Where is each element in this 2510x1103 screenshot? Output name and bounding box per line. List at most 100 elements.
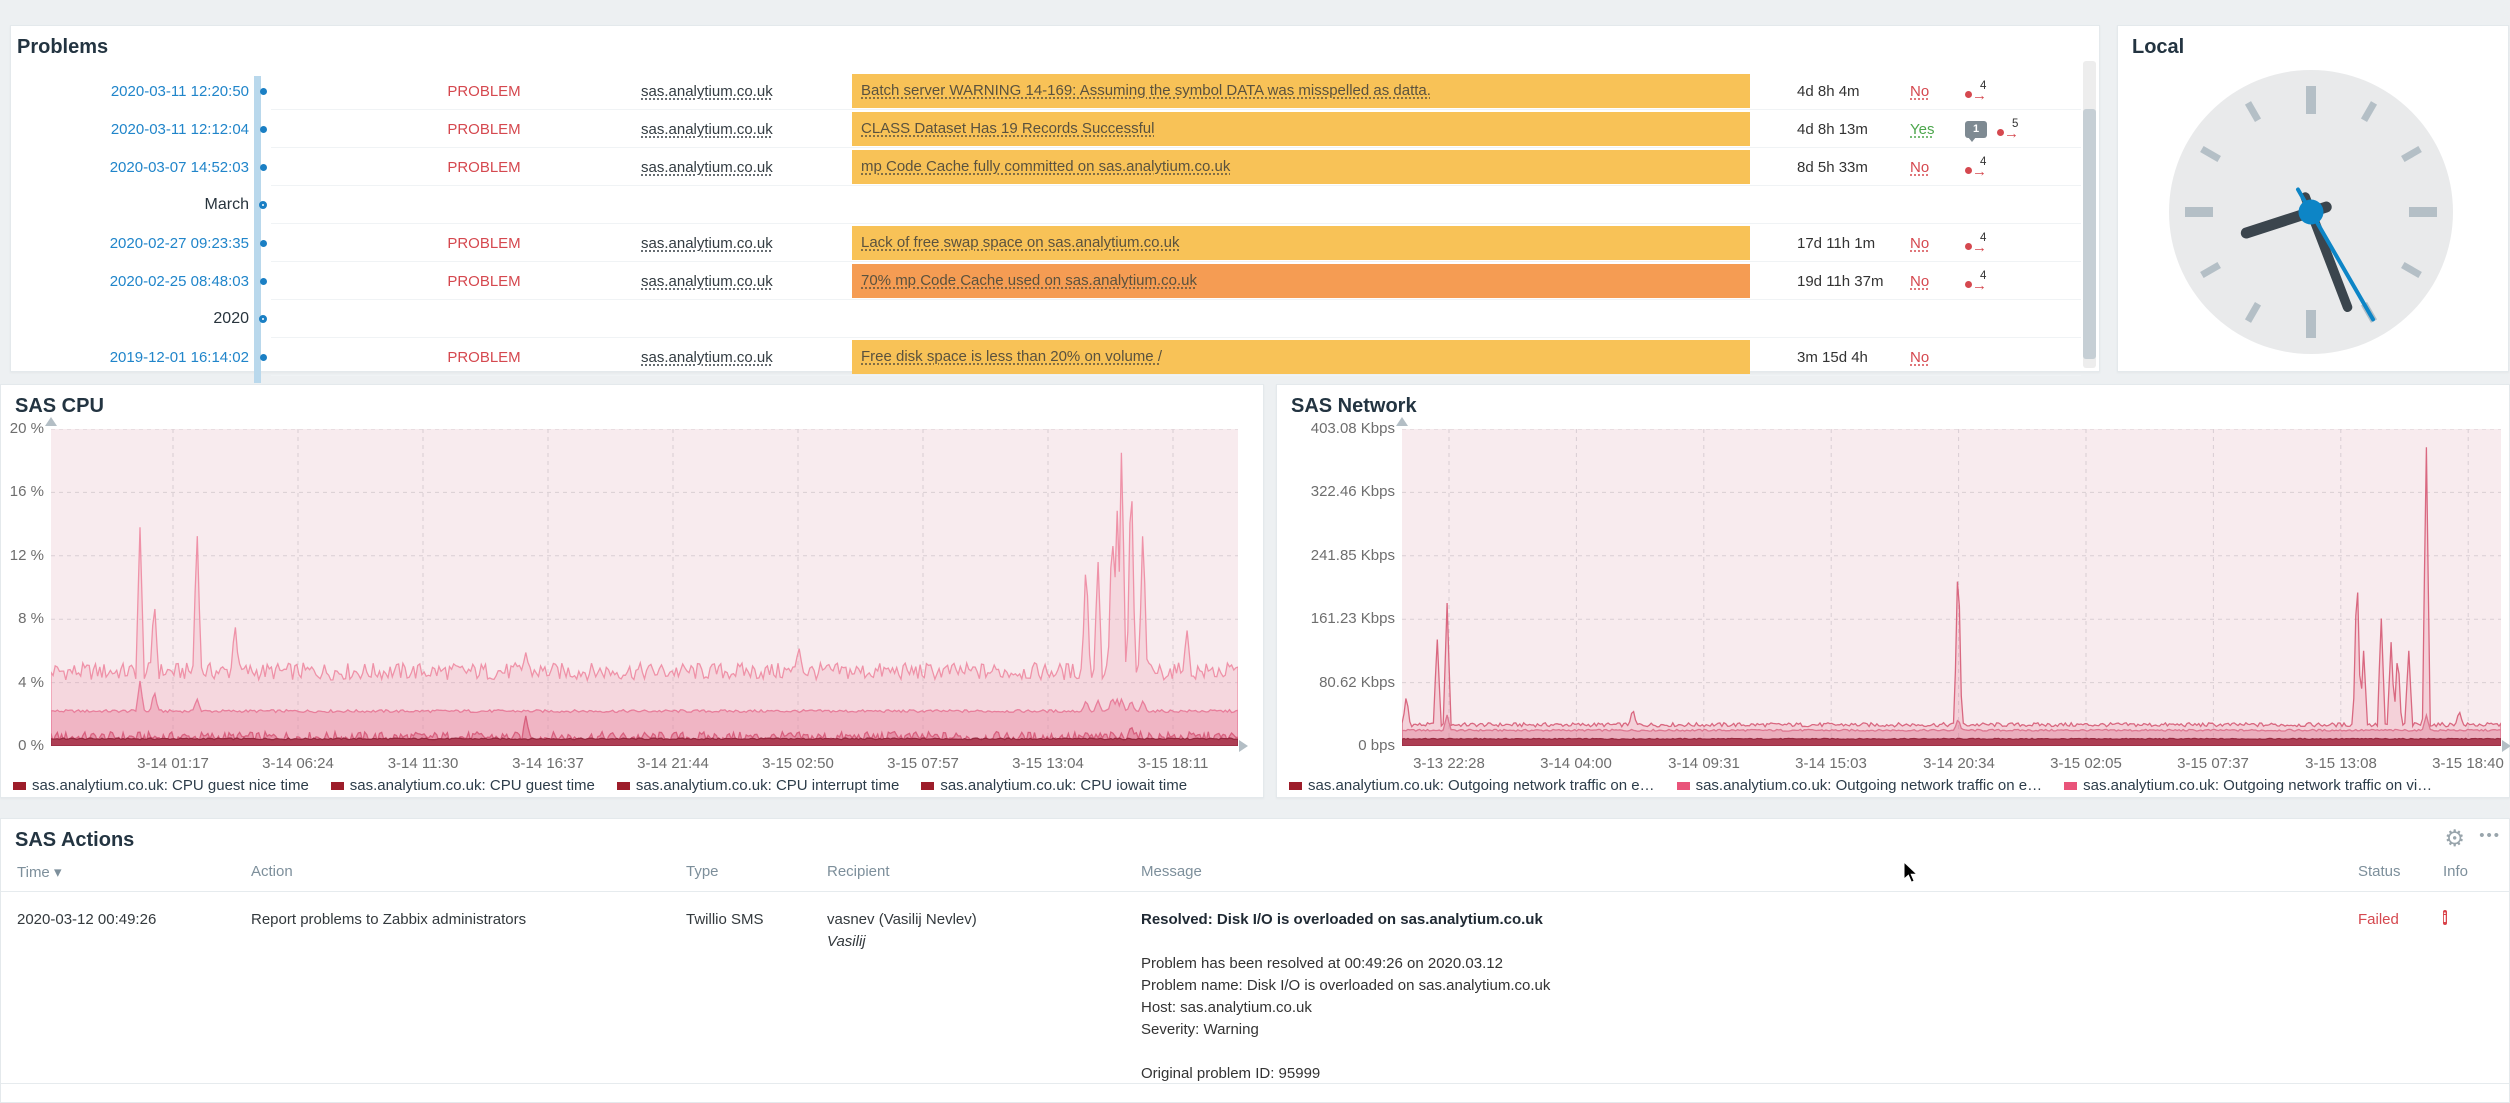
action-message-line: Severity: Warning — [1141, 1019, 1550, 1041]
problem-duration: 3m 15d 4h — [1750, 349, 1910, 366]
cpu-chart-title: SAS CPU — [1, 385, 1263, 418]
action-count-icon[interactable]: 4→ — [1965, 81, 1987, 101]
event-time-link[interactable]: 2019-12-01 16:14:02 — [110, 349, 249, 366]
action-dot-icon — [1997, 129, 2004, 136]
column-header-recipient[interactable]: Recipient — [827, 863, 890, 880]
problem-status: PROBLEM — [447, 83, 520, 100]
action-message-line: Problem name: Disk I/O is overloaded on … — [1141, 975, 1550, 997]
action-count-icon[interactable]: 4→ — [1965, 233, 1987, 253]
action-info-icon[interactable]: i — [2443, 907, 2447, 929]
y-axis-arrow-icon — [1396, 417, 1408, 426]
event-time-link[interactable]: 2020-02-27 09:23:35 — [110, 235, 249, 252]
action-name: Report problems to Zabbix administrators — [251, 909, 526, 931]
action-arrow-icon: → — [1972, 243, 1987, 253]
more-options-icon[interactable]: ••• — [2479, 827, 2501, 844]
legend-item: sas.analytium.co.uk: Outgoing network tr… — [1289, 777, 1655, 794]
network-chart-title: SAS Network — [1277, 385, 2509, 418]
chart-plot-area[interactable] — [51, 429, 1238, 746]
problem-row: 2020-03-07 14:52:03 PROBLEM sas.analytiu… — [17, 148, 2075, 186]
comment-badge[interactable]: 1 — [1965, 121, 1987, 138]
action-status: Failed — [2358, 909, 2399, 931]
action-message-line: Problem has been resolved at 00:49:26 on… — [1141, 953, 1550, 975]
host-link[interactable]: sas.analytium.co.uk — [641, 121, 773, 138]
ack-link[interactable]: No — [1910, 159, 1929, 176]
timeline-marker-row: 2020 — [17, 300, 2075, 338]
action-dot-icon — [1965, 91, 1972, 98]
x-axis-tick-label: 3-15 18:11 — [1098, 755, 1248, 772]
column-header-info[interactable]: Info — [2443, 863, 2468, 880]
legend-item: sas.analytium.co.uk: CPU guest time — [331, 777, 595, 794]
host-link[interactable]: sas.analytium.co.uk — [641, 159, 773, 176]
timeline-dot — [260, 88, 267, 95]
clock-center-dot — [2299, 200, 2324, 225]
timeline-marker-row: March — [17, 186, 2075, 224]
timeline-dot — [260, 164, 267, 171]
problems-scrollbar-thumb[interactable] — [2083, 109, 2096, 359]
problems-scrollbar[interactable] — [2083, 61, 2096, 368]
column-header-time[interactable]: Time ▾ — [17, 863, 61, 881]
event-time-link[interactable]: 2020-03-11 12:12:04 — [111, 121, 249, 138]
column-header-message[interactable]: Message — [1141, 863, 1202, 880]
y-axis-tick-label: 16 % — [1, 483, 44, 501]
y-axis-tick-label: 322.46 Kbps — [1277, 483, 1395, 501]
timeline-marker-label: March — [205, 196, 249, 213]
column-header-status[interactable]: Status — [2358, 863, 2401, 880]
actions-table-header: Time ▾ Action Type Recipient Message Status In… — [1, 863, 2509, 891]
problem-message-link[interactable]: 70% mp Code Cache used on sas.analytium.… — [861, 272, 1197, 289]
y-axis-arrow-icon — [45, 417, 57, 426]
event-time-link[interactable]: 2020-03-07 14:52:03 — [110, 159, 249, 176]
actions-panel-title: SAS Actions — [1, 819, 2509, 852]
ack-link[interactable]: No — [1910, 273, 1929, 290]
ack-link[interactable]: No — [1910, 83, 1929, 100]
problem-status: PROBLEM — [447, 121, 520, 138]
event-time-link[interactable]: 2020-03-11 12:20:50 — [111, 83, 249, 100]
chart-legend: sas.analytium.co.uk: CPU guest nice time… — [13, 777, 1187, 794]
action-arrow-icon: → — [1972, 281, 1987, 291]
timeline-marker-ring — [259, 315, 267, 323]
clock-panel: Local — [2117, 25, 2509, 372]
action-dot-icon — [1965, 243, 1972, 250]
legend-item: sas.analytium.co.uk: CPU guest nice time — [13, 777, 309, 794]
chart-plot-area[interactable] — [1402, 429, 2501, 746]
host-link[interactable]: sas.analytium.co.uk — [641, 83, 773, 100]
action-dot-icon — [1965, 281, 1972, 288]
action-dot-icon — [1965, 167, 1972, 174]
legend-swatch-icon — [921, 782, 934, 790]
action-message-line — [1141, 931, 1550, 953]
column-header-type[interactable]: Type — [686, 863, 719, 880]
ack-link[interactable]: No — [1910, 349, 1929, 366]
host-link[interactable]: sas.analytium.co.uk — [641, 349, 773, 366]
action-message-line: Host: sas.analytium.co.uk — [1141, 997, 1550, 1019]
ack-link[interactable]: No — [1910, 235, 1929, 252]
problem-message-link[interactable]: Lack of free swap space on sas.analytium… — [861, 234, 1180, 251]
host-link[interactable]: sas.analytium.co.uk — [641, 235, 773, 252]
problem-message-link[interactable]: Batch server WARNING 14-169: Assuming th… — [861, 82, 1431, 99]
action-count-icon[interactable]: 4→ — [1965, 271, 1987, 291]
timeline-dot — [260, 240, 267, 247]
legend-item: sas.analytium.co.uk: CPU iowait time — [921, 777, 1187, 794]
problem-duration: 4d 8h 13m — [1750, 121, 1910, 138]
problem-message-link[interactable]: CLASS Dataset Has 19 Records Successful — [861, 120, 1154, 137]
y-axis-tick-label: 241.85 Kbps — [1277, 547, 1395, 565]
problem-duration: 17d 11h 1m — [1750, 235, 1910, 252]
y-axis-tick-label: 4 % — [1, 674, 44, 692]
action-count-icon[interactable]: 5→ — [1997, 119, 2019, 139]
action-count-icon[interactable]: 4→ — [1965, 157, 1987, 177]
actions-panel: SAS Actions ⚙ ••• Time ▾ Action Type Recipi… — [0, 818, 2510, 1103]
problem-message-link[interactable]: mp Code Cache fully committed on sas.ana… — [861, 158, 1230, 175]
y-axis-tick-label: 403.08 Kbps — [1277, 420, 1395, 438]
problem-status: PROBLEM — [447, 273, 520, 290]
problem-message-link[interactable]: Free disk space is less than 20% on volu… — [861, 348, 1162, 365]
timeline-dot — [260, 278, 267, 285]
ack-link[interactable]: Yes — [1910, 121, 1934, 138]
problem-status: PROBLEM — [447, 159, 520, 176]
action-arrow-icon: → — [2004, 129, 2019, 139]
column-header-action[interactable]: Action — [251, 863, 293, 880]
cpu-chart-panel: SAS CPU 20 %16 %12 %8 %4 %0 %3-14 01:173… — [0, 384, 1264, 798]
problem-duration: 4d 8h 4m — [1750, 83, 1910, 100]
gear-icon[interactable]: ⚙ — [2444, 825, 2465, 851]
host-link[interactable]: sas.analytium.co.uk — [641, 273, 773, 290]
x-axis-arrow-icon — [1239, 740, 1248, 752]
legend-item: sas.analytium.co.uk: CPU interrupt time — [617, 777, 899, 794]
event-time-link[interactable]: 2020-02-25 08:48:03 — [110, 273, 249, 290]
